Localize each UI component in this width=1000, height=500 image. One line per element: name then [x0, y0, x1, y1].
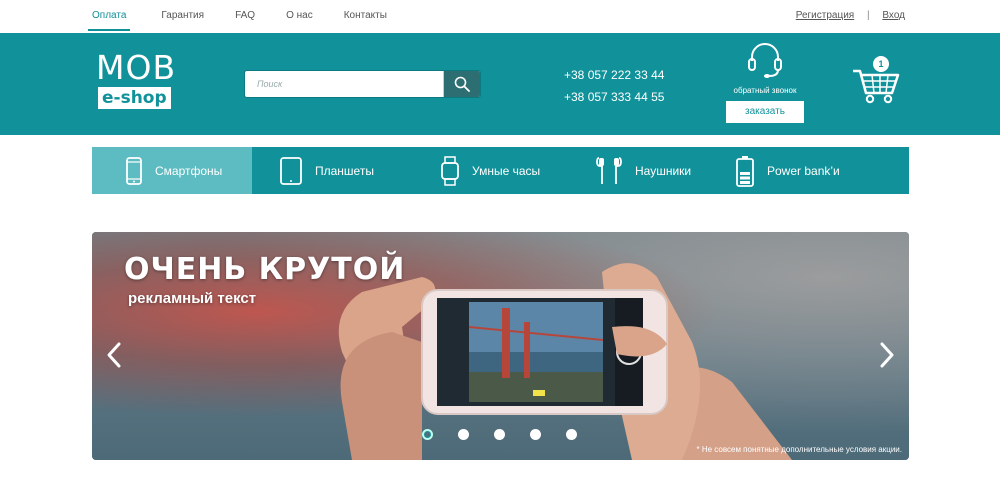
- banner-subtitle: рекламный текст: [128, 290, 257, 307]
- phone-numbers: +38 057 222 33 44 +38 057 333 44 55: [564, 64, 664, 108]
- slider-dots: [422, 429, 602, 440]
- cart[interactable]: 1: [852, 55, 900, 105]
- category-label: Смартфоны: [155, 163, 223, 178]
- battery-icon: [736, 155, 754, 187]
- logo-eshop-text: e-shop: [98, 87, 171, 109]
- banner-footnote: * Не совсем понятные дополнительные усло…: [696, 445, 902, 454]
- order-callback-button[interactable]: заказать: [726, 101, 804, 123]
- header: MOB e-shop +38 057 222 33 44 +38 057 333…: [0, 33, 1000, 135]
- phone-number-1[interactable]: +38 057 222 33 44: [564, 64, 664, 86]
- banner-prev-button[interactable]: [104, 340, 124, 370]
- chevron-left-icon: [107, 342, 121, 368]
- login-link[interactable]: Вход: [882, 10, 905, 21]
- category-smartwatches[interactable]: Умные часы: [405, 147, 570, 194]
- logo[interactable]: MOB e-shop: [96, 51, 188, 113]
- slider-dot-2[interactable]: [458, 429, 469, 440]
- phone-number-2[interactable]: +38 057 333 44 55: [564, 86, 664, 108]
- slider-dot-5[interactable]: [566, 429, 577, 440]
- earphones-icon: [596, 156, 622, 186]
- top-nav: Оплата Гарантия FAQ О нас Контакты: [88, 0, 418, 33]
- search-box: [244, 70, 481, 98]
- cart-count-badge: 1: [873, 56, 889, 72]
- callback-label: обратный звонок: [733, 86, 797, 95]
- slider-dot-4[interactable]: [530, 429, 541, 440]
- topnav-link-payment[interactable]: Оплата: [88, 0, 131, 31]
- slider-dot-3[interactable]: [494, 429, 505, 440]
- category-nav: Смартфоны Планшеты Умные часы Наушники P…: [92, 147, 909, 194]
- banner-next-button[interactable]: [877, 340, 897, 370]
- slider-dot-1[interactable]: [422, 429, 433, 440]
- category-label: Планшеты: [315, 163, 374, 178]
- category-powerbanks[interactable]: Power bank’и: [724, 147, 909, 194]
- smartwatch-icon: [441, 155, 459, 186]
- category-label: Наушники: [635, 163, 692, 178]
- category-label: Умные часы: [472, 163, 541, 178]
- auth-separator: |: [866, 10, 870, 21]
- smartphone-icon: [126, 156, 142, 185]
- auth-links: Регистрация | Вход: [796, 10, 905, 21]
- category-tablets[interactable]: Планшеты: [252, 147, 405, 194]
- logo-mob-text: MOB: [96, 48, 177, 87]
- chevron-right-icon: [880, 342, 894, 368]
- callback-block: обратный звонок заказать: [726, 41, 804, 123]
- search-input[interactable]: [245, 71, 443, 97]
- top-bar: Оплата Гарантия FAQ О нас Контакты Регис…: [0, 0, 1000, 33]
- tablet-icon: [280, 156, 302, 185]
- search-icon: [454, 76, 470, 92]
- topnav-link-warranty[interactable]: Гарантия: [161, 0, 204, 31]
- promo-banner[interactable]: ОЧЕНЬ КРУТОЙ рекламный текст * Не совсем…: [92, 232, 909, 460]
- banner-title: ОЧЕНЬ КРУТОЙ: [124, 252, 406, 287]
- category-earphones[interactable]: Наушники: [570, 147, 724, 194]
- headset-icon: [748, 43, 782, 78]
- category-smartphones[interactable]: Смартфоны: [92, 147, 252, 194]
- topnav-link-contacts[interactable]: Контакты: [344, 0, 387, 31]
- register-link[interactable]: Регистрация: [796, 10, 854, 21]
- topnav-link-faq[interactable]: FAQ: [235, 0, 255, 31]
- category-label: Power bank’и: [767, 163, 840, 178]
- search-button[interactable]: [443, 71, 480, 97]
- topnav-link-about[interactable]: О нас: [286, 0, 313, 31]
